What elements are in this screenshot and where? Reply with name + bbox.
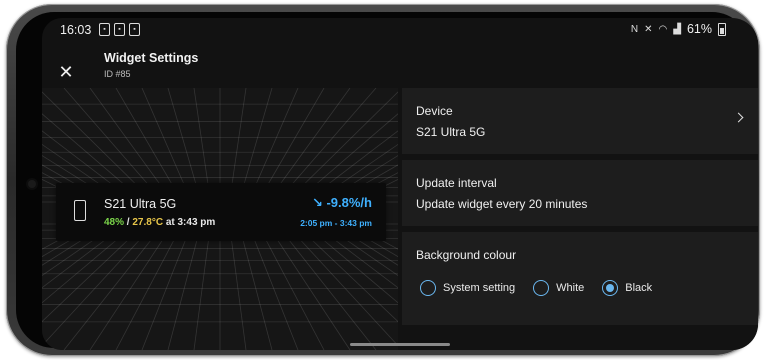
- status-notification-icons: ▪ ▪ ▪: [99, 23, 140, 36]
- widget-time: at 3:43 pm: [165, 217, 216, 228]
- status-time: 16:03: [60, 23, 92, 37]
- update-interval-label: Update interval: [416, 176, 497, 190]
- status-bar: 16:03 ▪ ▪ ▪ N ✕ ◠ ▟ 61%: [42, 18, 758, 40]
- battery-icon: [718, 22, 726, 36]
- radio-button-selected[interactable]: [602, 280, 619, 296]
- signal-icon: ▟: [673, 23, 681, 35]
- close-icon: ✕: [58, 62, 74, 82]
- status-system-icons: N ✕ ◠ ▟ 61%: [631, 22, 726, 36]
- radio-label: System setting: [443, 282, 516, 294]
- widget-device-name: S21 Ultra 5G: [104, 197, 177, 211]
- front-camera: [28, 180, 36, 188]
- widget-preview: S21 Ultra 5G 48% / 27.8°C at 3:43 pm ↘ -…: [56, 183, 386, 241]
- phone-frame: 16:03 ▪ ▪ ▪ N ✕ ◠ ▟ 61% ✕ Widget Setting…: [6, 4, 760, 356]
- screen: 16:03 ▪ ▪ ▪ N ✕ ◠ ▟ 61% ✕ Widget Setting…: [42, 18, 758, 350]
- widget-temperature: 27.8°C: [132, 217, 164, 228]
- mute-icon: ✕: [644, 23, 653, 35]
- phone-icon: [74, 200, 86, 221]
- widget-preview-area: S21 Ultra 5G 48% / 27.8°C at 3:43 pm ↘ -…: [42, 88, 398, 350]
- background-colour-setting: Background colour System setting White B…: [402, 232, 758, 325]
- widget-id: ID #85: [104, 69, 131, 79]
- notification-icon: ▪: [114, 23, 125, 36]
- widget-stats: 48% / 27.8°C at 3:43 pm: [104, 217, 215, 228]
- widget-separator: /: [126, 217, 130, 228]
- chevron-right-icon[interactable]: [733, 112, 744, 123]
- page-title: Widget Settings: [104, 51, 199, 65]
- widget-time-range: 2:05 pm - 3:43 pm: [300, 218, 372, 228]
- device-label: Device: [416, 104, 453, 118]
- settings-list: Device S21 Ultra 5G Update interval Upda…: [402, 88, 758, 350]
- background-colour-label: Background colour: [416, 248, 517, 262]
- radio-label: White: [556, 282, 585, 294]
- home-indicator[interactable]: [350, 343, 450, 346]
- close-button[interactable]: ✕: [56, 62, 76, 82]
- radio-white[interactable]: White: [533, 280, 584, 296]
- update-interval-value: Update widget every 20 minutes: [416, 197, 588, 211]
- radio-button[interactable]: [420, 280, 436, 296]
- nfc-icon: N: [630, 23, 639, 35]
- notification-icon: ▪: [99, 23, 110, 36]
- update-interval-setting[interactable]: Update interval Update widget every 20 m…: [402, 160, 758, 226]
- widget-discharge-rate: ↘ -9.8%/h: [311, 195, 372, 210]
- notification-icon: ▪: [129, 23, 140, 36]
- radio-label: Black: [625, 282, 653, 294]
- widget-battery-level: 48%: [104, 217, 125, 228]
- radio-black[interactable]: Black: [602, 280, 652, 296]
- wifi-icon: ◠: [658, 23, 668, 35]
- radio-system-setting[interactable]: System setting: [420, 280, 515, 296]
- device-setting[interactable]: Device S21 Ultra 5G: [402, 88, 758, 154]
- device-value: S21 Ultra 5G: [416, 125, 486, 139]
- battery-percent: 61%: [686, 22, 712, 36]
- background-colour-options: System setting White Black: [420, 280, 670, 296]
- radio-button[interactable]: [533, 280, 550, 296]
